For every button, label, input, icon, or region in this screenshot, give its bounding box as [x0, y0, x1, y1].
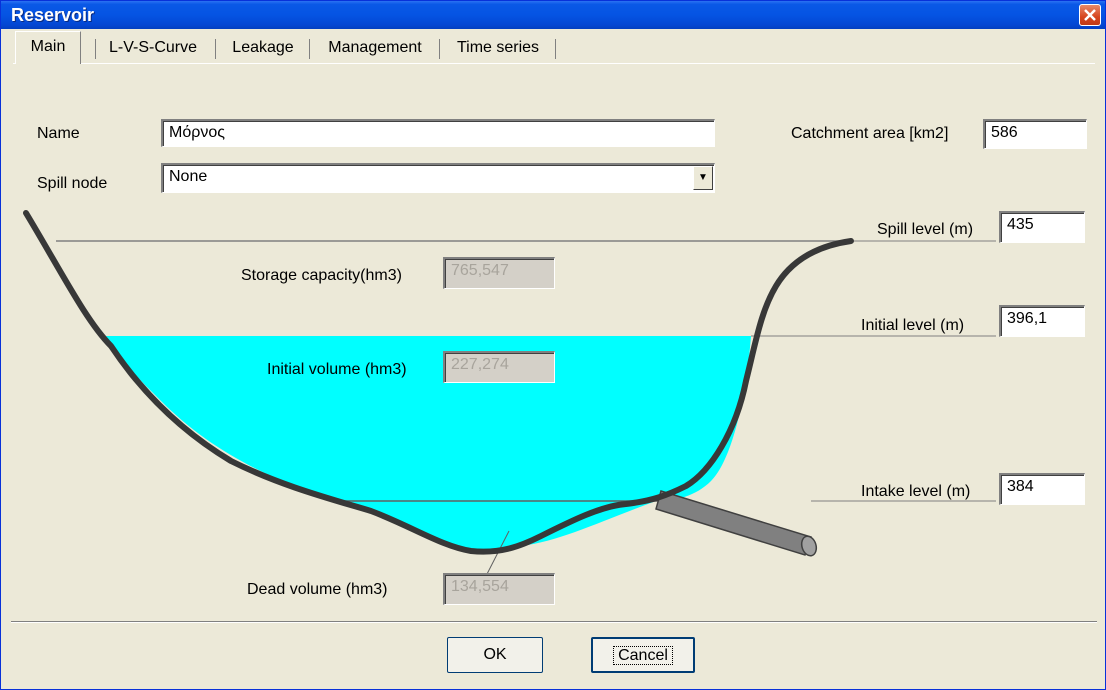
catchment-area-label: Catchment area [km2] — [791, 125, 949, 142]
spill-node-select[interactable]: None ▼ — [161, 163, 715, 193]
spill-node-value: None — [169, 168, 208, 185]
tab-main[interactable]: Main — [15, 31, 81, 64]
reservoir-dialog: Reservoir Main L-V-S-Curve Leakage Manag… — [0, 0, 1106, 690]
footer-divider-highlight — [11, 622, 1097, 623]
cancel-button-label: Cancel — [613, 646, 673, 665]
ok-button-label: OK — [483, 646, 507, 663]
intake-pipe — [655, 490, 812, 556]
initial-level-label: Initial level (m) — [861, 317, 965, 334]
dead-volume-field: 134,554 — [443, 573, 555, 605]
intake-level-field[interactable]: 384 — [999, 473, 1085, 505]
spill-node-label: Spill node — [37, 175, 108, 192]
ok-button[interactable]: OK — [447, 637, 543, 673]
dead-volume-label: Dead volume (hm3) — [247, 581, 388, 598]
initial-level-field[interactable]: 396,1 — [999, 305, 1085, 337]
reservoir-diagram — [23, 210, 996, 577]
chevron-down-icon: ▼ — [698, 172, 708, 183]
storage-capacity-field: 765,547 — [443, 257, 555, 289]
storage-capacity-label: Storage capacity(hm3) — [241, 267, 402, 284]
name-label: Name — [37, 125, 80, 142]
spill-node-dropdown-button[interactable]: ▼ — [693, 166, 713, 190]
initial-volume-label: Initial volume (hm3) — [267, 361, 407, 378]
cancel-button[interactable]: Cancel — [591, 637, 695, 673]
catchment-area-field[interactable]: 586 — [983, 119, 1087, 149]
spill-level-label: Spill level (m) — [877, 221, 974, 238]
name-field[interactable]: Μόρνος — [161, 119, 715, 147]
spill-level-field[interactable]: 435 — [999, 211, 1085, 243]
tab-main-label: Main — [30, 38, 66, 55]
intake-level-label: Intake level (m) — [861, 483, 971, 500]
initial-volume-field: 227,274 — [443, 351, 555, 383]
